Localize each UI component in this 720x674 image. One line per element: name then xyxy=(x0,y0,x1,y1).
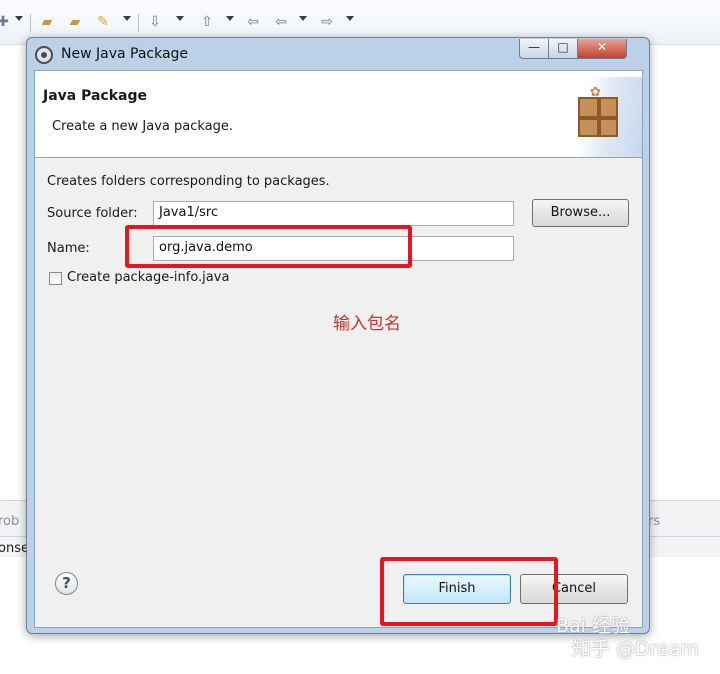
dialog-title: New Java Package xyxy=(61,46,189,62)
annotation-box-name xyxy=(125,225,412,268)
wizard-title: Java Package xyxy=(43,88,148,104)
forward-icon[interactable]: ⇨ xyxy=(318,14,336,30)
source-folder-label: Source folder: xyxy=(47,206,138,221)
package-info-label[interactable]: Create package-info.java xyxy=(67,270,229,285)
close-button[interactable]: ✕ xyxy=(577,39,627,59)
toolbar-separator xyxy=(30,14,31,32)
last-edit-icon[interactable]: ⇦ xyxy=(244,14,262,30)
help-icon[interactable]: ? xyxy=(55,572,78,595)
eclipse-icon xyxy=(35,46,53,64)
run-dropdown-icon[interactable] xyxy=(123,16,131,21)
open-file-icon[interactable]: ▰ xyxy=(66,14,84,30)
package-info-checkbox[interactable] xyxy=(49,272,62,285)
wizard-description: Create a new Java package. xyxy=(52,119,234,134)
next-annotation-icon[interactable]: ⇩ xyxy=(146,14,164,30)
name-label: Name: xyxy=(47,241,90,256)
problems-tab-partial[interactable]: rob xyxy=(0,514,19,529)
browse-button[interactable]: Browse... xyxy=(532,199,629,227)
maximize-button[interactable]: □ xyxy=(548,39,578,59)
source-folder-field[interactable]: Java1/src xyxy=(153,201,514,226)
run-icon[interactable]: ✎ xyxy=(94,14,112,30)
wizard-banner: ✿ xyxy=(554,77,642,157)
wizard-header: Java Package Create a new Java package. … xyxy=(35,71,642,158)
minimize-button[interactable]: — xyxy=(519,39,549,59)
console-row-partial: onse xyxy=(0,541,29,556)
new-project-dropdown-icon[interactable] xyxy=(15,16,23,21)
next-annotation-dropdown-icon[interactable] xyxy=(176,16,184,21)
toolbar-separator xyxy=(138,14,139,32)
annotation-text: 输入包名 xyxy=(333,314,401,334)
forward-dropdown-icon[interactable] xyxy=(346,16,354,21)
package-icon xyxy=(578,97,618,137)
dialog-body: Java Package Create a new Java package. … xyxy=(34,70,643,628)
new-java-package-dialog: New Java Package — □ ✕ Java Package Crea… xyxy=(26,37,650,634)
prev-annotation-dropdown-icon[interactable] xyxy=(226,16,234,21)
open-folder-icon[interactable]: ▰ xyxy=(38,14,56,30)
new-project-icon[interactable]: ✚ xyxy=(0,14,12,30)
intro-text: Creates folders corresponding to package… xyxy=(47,174,330,189)
back-dropdown-icon[interactable] xyxy=(299,16,307,21)
zhihu-watermark: 知乎 @Dream xyxy=(572,638,699,660)
annotation-box-finish xyxy=(380,557,558,626)
dialog-titlebar[interactable]: New Java Package — □ ✕ xyxy=(27,38,649,70)
back-icon[interactable]: ⇦ xyxy=(272,14,290,30)
prev-annotation-icon[interactable]: ⇧ xyxy=(198,14,216,30)
